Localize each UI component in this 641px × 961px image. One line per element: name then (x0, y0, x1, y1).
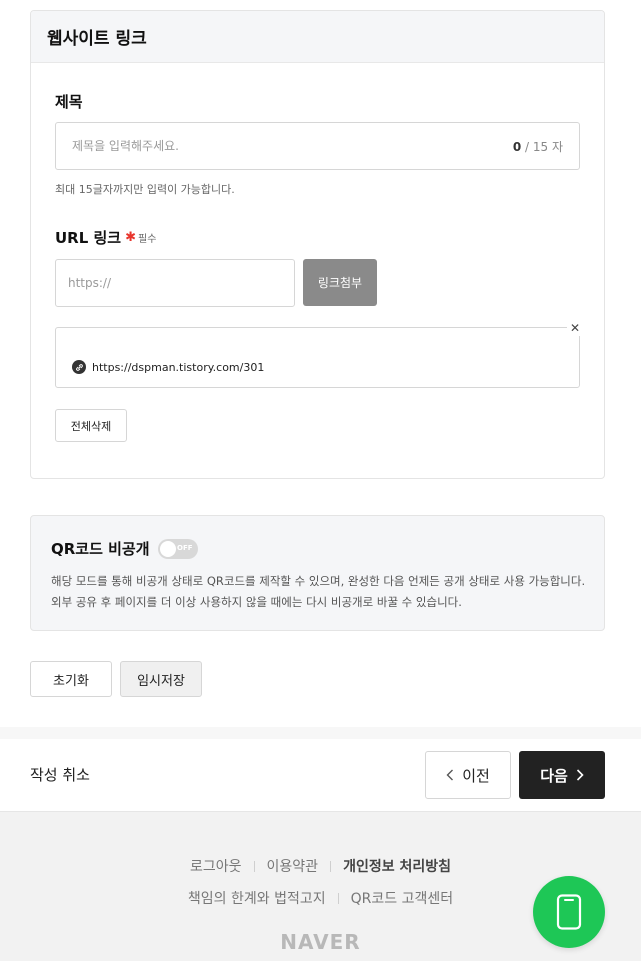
char-count-max: / 15 자 (521, 139, 563, 154)
footer-separator (253, 860, 255, 872)
attached-link-item: https://dspman.tistory.com/301 (72, 360, 264, 374)
qr-description: 해당 모드를 통해 비공개 상태로 QR코드를 제작할 수 있으며, 완성한 다… (51, 574, 586, 609)
qr-title-row: QR코드 비공개 OFF (51, 538, 198, 559)
url-label-row: URL 링크 ✱ 필수 (55, 227, 156, 248)
url-input[interactable] (68, 276, 282, 290)
url-input-wrapper (55, 259, 295, 307)
cancel-writing-link[interactable]: 작성 취소 (30, 764, 90, 785)
footer-separator (337, 892, 339, 904)
delete-all-button[interactable]: 전체삭제 (55, 409, 127, 442)
url-label: URL 링크 (55, 229, 122, 247)
temp-save-button[interactable]: 임시저장 (120, 661, 202, 697)
disclaimer-link[interactable]: 책임의 한계와 법적고지 (188, 888, 326, 908)
chevron-left-icon (446, 769, 454, 781)
privacy-link[interactable]: 개인정보 처리방침 (343, 856, 451, 876)
required-icon: ✱ (125, 230, 137, 245)
support-link[interactable]: QR코드 고객센터 (351, 888, 453, 908)
footer-separator (330, 860, 332, 872)
reset-button[interactable]: 초기화 (30, 661, 112, 697)
section-title: 웹사이트 링크 (31, 11, 604, 63)
title-input[interactable] (72, 139, 513, 153)
qr-private-toggle[interactable]: OFF (157, 538, 198, 559)
char-count-current: 0 (512, 139, 522, 154)
title-hint: 최대 15글자까지만 입력이 가능합니다. (55, 183, 235, 196)
close-icon[interactable]: ✕ (567, 320, 583, 336)
website-link-section: 웹사이트 링크 제목 0 / 15 자 최대 15글자까지만 입력이 가능합니다… (30, 10, 605, 479)
char-counter: 0 / 15 자 (513, 138, 563, 155)
qr-private-section: QR코드 비공개 OFF 해당 모드를 통해 비공개 상태로 QR코드를 제작할… (30, 515, 605, 631)
footer-links-row-1: 로그아웃 이용약관 개인정보 처리방침 (0, 856, 641, 876)
next-button[interactable]: 다음 (519, 751, 605, 799)
title-input-wrapper: 0 / 15 자 (55, 122, 580, 170)
attach-link-button[interactable]: 링크첨부 (303, 259, 377, 306)
mobile-preview-button[interactable] (533, 876, 605, 948)
required-text: 필수 (138, 234, 157, 245)
toggle-knob (159, 540, 176, 557)
title-label: 제목 (55, 93, 83, 111)
attached-links-box: ✕ https://dspman.tistory.com/301 (55, 320, 583, 388)
qr-title: QR코드 비공개 (51, 540, 150, 558)
logout-link[interactable]: 로그아웃 (190, 856, 242, 876)
prev-label: 이전 (462, 766, 490, 785)
attached-link-url[interactable]: https://dspman.tistory.com/301 (92, 361, 264, 374)
link-icon (72, 360, 86, 374)
toggle-state: OFF (177, 543, 193, 552)
terms-link[interactable]: 이용약관 (267, 856, 319, 876)
divider (0, 727, 641, 739)
next-label: 다음 (540, 766, 568, 785)
chevron-right-icon (576, 769, 584, 781)
prev-button[interactable]: 이전 (425, 751, 511, 799)
smartphone-icon (556, 894, 582, 930)
